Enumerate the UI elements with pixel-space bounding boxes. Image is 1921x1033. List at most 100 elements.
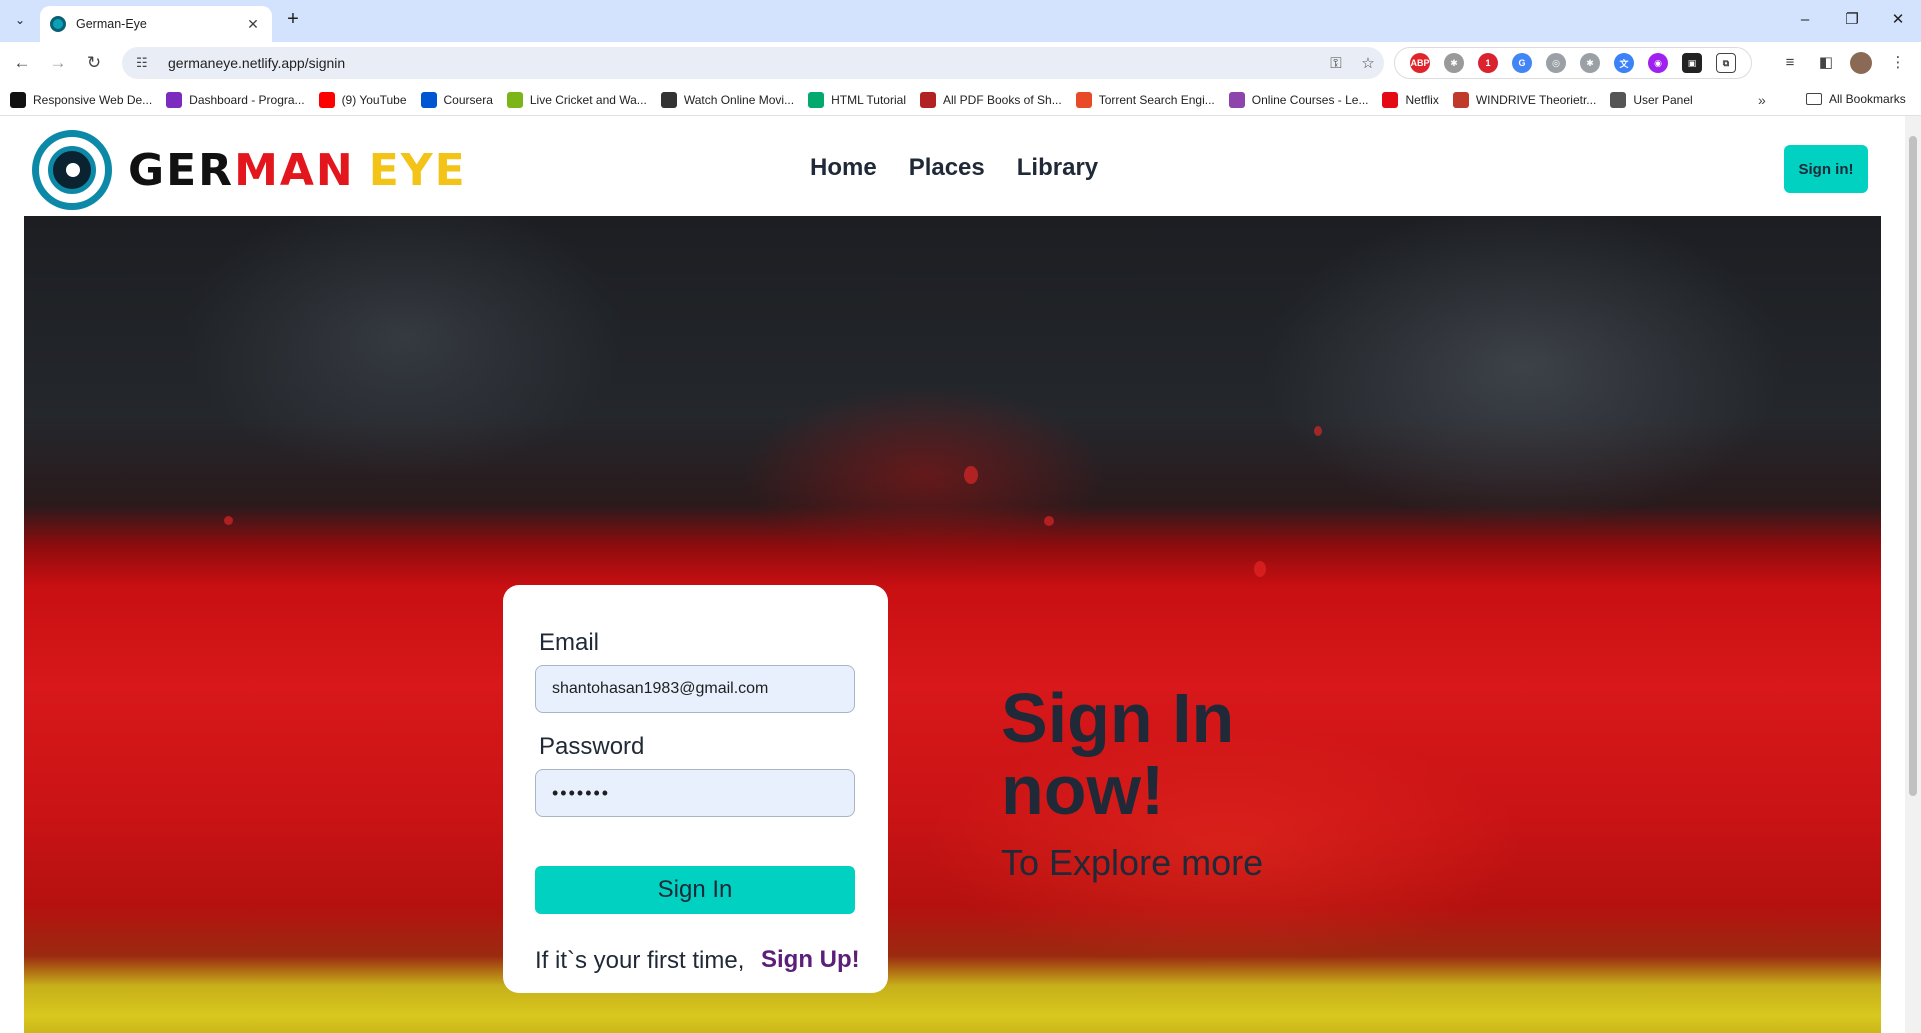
bookmark-label: All PDF Books of Sh... <box>942 92 1062 107</box>
bookmark-item[interactable]: Torrent Search Engi... <box>1075 91 1215 108</box>
folder-icon <box>1806 93 1822 105</box>
all-bookmarks-label: All Bookmarks <box>1829 92 1906 106</box>
email-field[interactable]: shantohasan1983@gmail.com <box>535 665 855 713</box>
site-header: GERMAN EYE Home Places Library Sign in! <box>0 116 1905 216</box>
extension-gray-icon[interactable]: ✱ <box>1580 53 1600 73</box>
bookmark-item[interactable]: (9) YouTube <box>318 91 407 108</box>
bookmark-label: Online Courses - Le... <box>1251 92 1369 107</box>
minimize-icon[interactable]: – <box>1785 8 1825 32</box>
extensions-area: ABP ✱ 1 G ◎ ✱ 文 ◉ ▣ ⧉ <box>1394 47 1752 79</box>
tab-title: German-Eye <box>76 17 147 31</box>
bookmark-label: Dashboard - Progra... <box>189 92 305 107</box>
site-favicon-icon <box>50 16 66 32</box>
bookmark-label: (9) YouTube <box>341 92 407 107</box>
bookmark-label: WINDRIVE Theorietr... <box>1475 92 1597 107</box>
site-info-icon[interactable]: ☷ <box>136 55 154 71</box>
forward-arrow-icon[interactable]: → <box>46 51 70 75</box>
youtube-icon <box>318 91 335 108</box>
site-logo-text[interactable]: GERMAN EYE <box>128 146 467 196</box>
bookmark-label: Netflix <box>1405 92 1439 107</box>
bookmark-item[interactable]: HTML Tutorial <box>808 91 906 108</box>
nav-link-home[interactable]: Home <box>810 154 877 182</box>
signin-form-card: Email shantohasan1983@gmail.com Password… <box>503 585 888 993</box>
browser-tab-active[interactable]: German-Eye ✕ <box>40 6 272 42</box>
email-label: Email <box>539 629 600 656</box>
extension-bug-icon[interactable]: ✱ <box>1444 53 1464 73</box>
scrollbar-thumb[interactable] <box>1909 136 1917 796</box>
extension-purple-icon[interactable]: ◉ <box>1648 53 1668 73</box>
bookmarks-bar: Responsive Web De... Dashboard - Progra..… <box>0 84 1921 116</box>
profile-avatar[interactable] <box>1850 52 1872 74</box>
signup-link[interactable]: Sign Up! <box>761 946 860 974</box>
extension-notification-icon[interactable]: 1 <box>1478 53 1498 73</box>
bookmark-item[interactable]: WINDRIVE Theorietr... <box>1452 91 1597 108</box>
logo-text-ger: GER <box>128 145 235 196</box>
browser-toolbar: ← → ↻ ☷ germaneye.netlify.app/signin ⚿ ☆… <box>0 42 1921 84</box>
new-tab-plus-icon[interactable]: + <box>282 9 304 31</box>
all-bookmarks-button[interactable]: All Bookmarks <box>1806 92 1906 106</box>
side-panel-icon[interactable]: ◧ <box>1814 51 1838 75</box>
german-eye-logo-icon[interactable] <box>32 130 112 210</box>
tab-close-icon[interactable]: ✕ <box>244 16 262 33</box>
extensions-puzzle-icon[interactable]: ⧉ <box>1716 53 1736 73</box>
page-viewport: GERMAN EYE Home Places Library Sign in! E… <box>0 116 1905 1033</box>
book-icon <box>919 91 936 108</box>
reload-icon[interactable]: ↻ <box>82 51 106 75</box>
bookmarks-overflow-icon[interactable]: » <box>1758 92 1766 108</box>
bookmark-label: User Panel <box>1633 92 1693 107</box>
bookmark-item[interactable]: Netflix <box>1382 91 1439 108</box>
tab-search-chevron-icon[interactable]: ⌄ <box>8 8 32 32</box>
bookmark-star-icon[interactable]: ☆ <box>1352 54 1384 72</box>
hero-german-flag-background <box>24 216 1881 1033</box>
bookmark-item[interactable]: Watch Online Movi... <box>660 91 795 108</box>
dashboard-icon <box>166 91 183 108</box>
main-nav: Home Places Library <box>810 154 1098 182</box>
bookmark-label: Live Cricket and Wa... <box>529 92 647 107</box>
first-time-text: If it`s your first time, <box>535 947 745 974</box>
bookmark-item[interactable]: Online Courses - Le... <box>1228 91 1369 108</box>
reading-list-icon[interactable]: ≡ <box>1778 51 1802 75</box>
header-signin-button[interactable]: Sign in! <box>1784 145 1868 193</box>
extension-translate-alt-icon[interactable]: 文 <box>1614 53 1634 73</box>
menu-kebab-icon[interactable]: ⋮ <box>1886 51 1910 75</box>
window-close-icon[interactable]: ✕ <box>1878 8 1918 32</box>
adblock-extension-icon[interactable]: ABP <box>1410 53 1430 73</box>
translate-extension-icon[interactable]: G <box>1512 53 1532 73</box>
bookmark-item[interactable]: Coursera <box>420 91 493 108</box>
address-bar[interactable]: ☷ germaneye.netlify.app/signin ⚿ ☆ <box>122 47 1384 79</box>
cricket-icon <box>506 91 523 108</box>
bookmark-label: Torrent Search Engi... <box>1098 92 1215 107</box>
bookmark-label: HTML Tutorial <box>831 92 906 107</box>
bookmark-item[interactable]: Live Cricket and Wa... <box>506 91 647 108</box>
password-field[interactable]: ••••••• <box>535 769 855 817</box>
globe-icon <box>1610 91 1627 108</box>
torrent-icon <box>1075 91 1092 108</box>
nav-link-places[interactable]: Places <box>909 154 985 182</box>
password-key-icon[interactable]: ⚿ <box>1320 55 1352 72</box>
signin-submit-button[interactable]: Sign In <box>535 866 855 914</box>
logo-text-eye: EYE <box>368 145 467 196</box>
url-text[interactable]: germaneye.netlify.app/signin <box>168 55 1320 71</box>
courses-icon <box>1228 91 1245 108</box>
browser-tab-bar: ⌄ German-Eye ✕ + – ❐ ✕ <box>0 0 1921 42</box>
extension-globe-icon[interactable]: ◎ <box>1546 53 1566 73</box>
bookmark-item[interactable]: User Panel <box>1610 91 1693 108</box>
coursera-icon <box>420 91 437 108</box>
bookmark-label: Watch Online Movi... <box>683 92 795 107</box>
netflix-icon <box>1382 91 1399 108</box>
bookmark-label: Responsive Web De... <box>33 92 153 107</box>
password-label: Password <box>539 733 645 760</box>
page-scrollbar[interactable] <box>1905 116 1921 1033</box>
bookmark-item[interactable]: Responsive Web De... <box>10 91 153 108</box>
restore-icon[interactable]: ❐ <box>1832 8 1872 32</box>
codepen-icon <box>10 91 26 108</box>
nav-link-library[interactable]: Library <box>1017 154 1098 182</box>
windrive-icon <box>1452 91 1469 108</box>
bookmark-item[interactable]: All PDF Books of Sh... <box>919 91 1062 108</box>
back-arrow-icon[interactable]: ← <box>10 51 34 75</box>
w3schools-icon <box>808 91 825 108</box>
bookmark-label: Coursera <box>443 92 493 107</box>
hero-subheading: To Explore more <box>1001 842 1264 883</box>
bookmark-item[interactable]: Dashboard - Progra... <box>166 91 305 108</box>
extension-dark-icon[interactable]: ▣ <box>1682 53 1702 73</box>
